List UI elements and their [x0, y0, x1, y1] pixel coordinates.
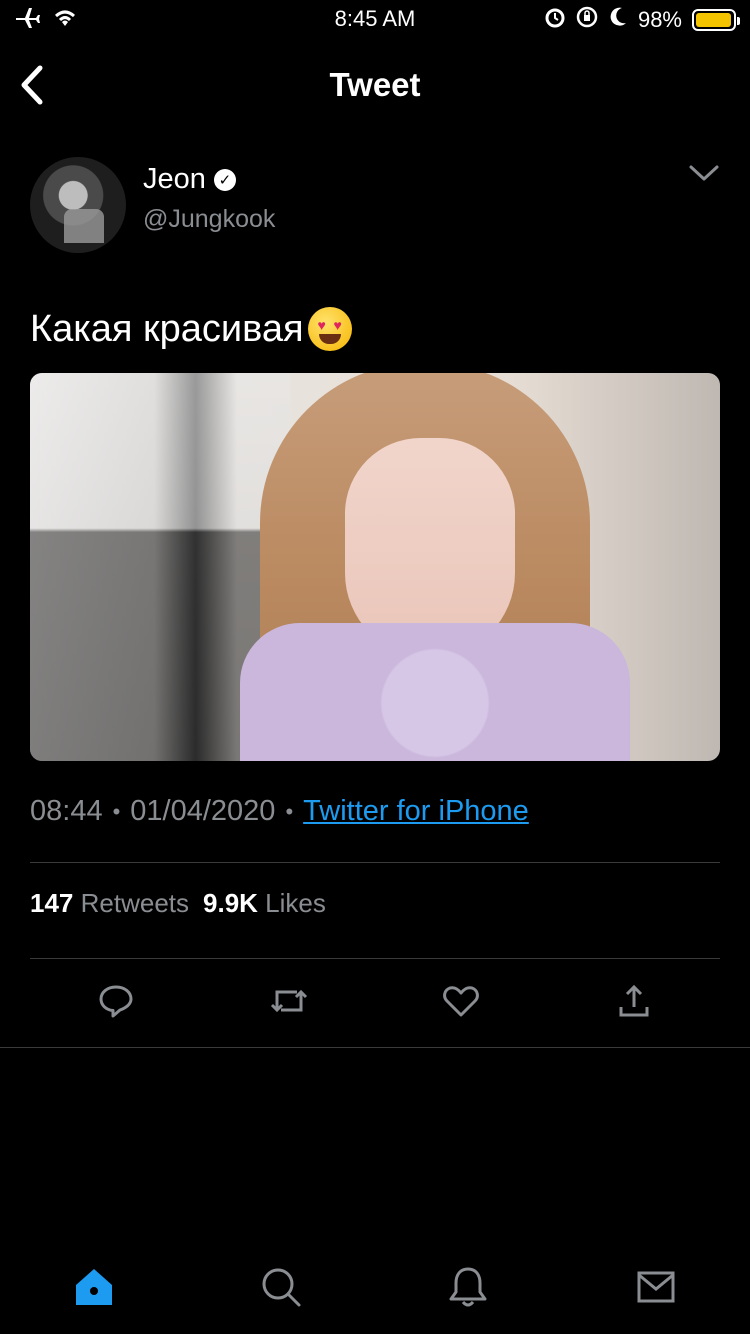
like-button[interactable] — [433, 978, 489, 1028]
reply-button[interactable] — [88, 978, 144, 1028]
reply-icon — [98, 983, 134, 1024]
tab-search[interactable] — [251, 1259, 311, 1319]
more-options-button[interactable] — [688, 159, 720, 187]
share-button[interactable] — [606, 978, 662, 1028]
meta-separator: • — [285, 798, 294, 824]
tweet-header: Jeon ✓ @Jungkook — [30, 157, 720, 257]
tweet-text-content: Какая красивая — [30, 307, 304, 350]
divider — [30, 958, 720, 959]
chevron-down-icon — [688, 165, 720, 191]
tweet-source-link[interactable]: Twitter for iPhone — [303, 795, 529, 828]
likes-stat[interactable]: 9.9K Likes — [203, 888, 326, 919]
like-icon — [442, 984, 480, 1023]
battery-fill — [696, 13, 732, 27]
retweet-button[interactable] — [261, 978, 317, 1028]
tweet-text: Какая красивая ♥ ♥ — [30, 307, 352, 351]
share-icon — [617, 983, 651, 1024]
tweet-stats: 147 Retweets 9.9K Likes — [30, 888, 326, 919]
tab-bar — [0, 1245, 750, 1334]
verified-badge-icon: ✓ — [213, 168, 236, 191]
status-bar: 8:45 AM 98% — [0, 0, 750, 40]
moon-icon — [608, 6, 628, 34]
avatar[interactable] — [30, 157, 126, 253]
likes-label: Likes — [265, 888, 326, 918]
author-name-row[interactable]: Jeon ✓ — [143, 163, 236, 196]
navigation-bar: Tweet — [0, 50, 750, 120]
tweet-image[interactable] — [30, 373, 720, 761]
tab-notifications[interactable] — [438, 1259, 498, 1319]
tab-messages[interactable] — [626, 1259, 686, 1319]
page-title: Tweet — [329, 66, 421, 103]
likes-count: 9.9K — [203, 888, 258, 918]
retweets-label: Retweets — [80, 888, 190, 918]
status-right: 98% — [544, 6, 740, 34]
rotation-lock-icon — [576, 6, 598, 34]
notifications-icon — [446, 1265, 490, 1314]
emoji-mouth — [318, 334, 341, 344]
image-blouse — [240, 623, 630, 761]
divider-full — [0, 1047, 750, 1048]
battery-percent: 98% — [637, 7, 682, 32]
retweet-icon — [269, 984, 309, 1023]
heart-eyes-emoji: ♥ ♥ — [307, 307, 352, 351]
search-icon — [259, 1265, 303, 1314]
meta-separator: • — [112, 798, 121, 824]
tweet-actions — [30, 978, 720, 1038]
retweets-count: 147 — [30, 888, 74, 918]
battery-icon — [692, 9, 740, 31]
tweet-meta: 08:44 • 01/04/2020 • Twitter for iPhone — [30, 795, 529, 828]
author-handle[interactable]: @Jungkook — [143, 205, 275, 234]
tweet-time: 08:44 — [30, 795, 103, 827]
tab-home[interactable] — [64, 1259, 124, 1319]
author-name: Jeon — [143, 163, 206, 195]
heart-eye-right-icon: ♥ — [333, 317, 342, 333]
alarm-icon — [544, 6, 566, 34]
messages-icon — [634, 1265, 678, 1314]
home-icon — [72, 1265, 116, 1314]
tweet-date: 01/04/2020 — [130, 795, 276, 827]
heart-eye-left-icon: ♥ — [317, 317, 326, 333]
retweets-stat[interactable]: 147 Retweets — [30, 888, 189, 919]
divider — [30, 862, 720, 863]
